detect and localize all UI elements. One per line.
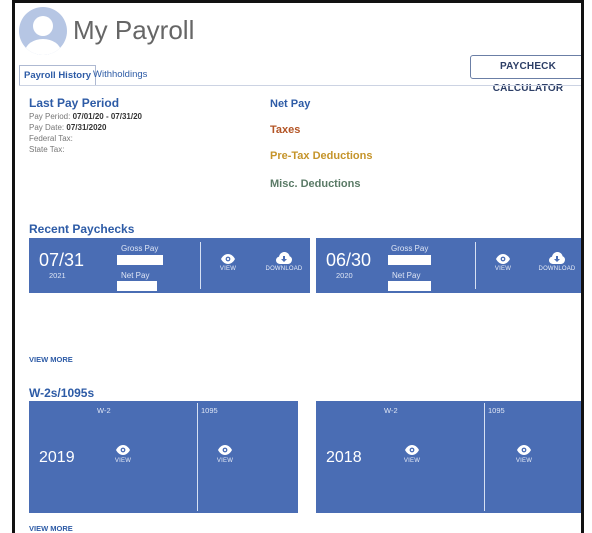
tax-form-card: W-2 1095 2019 VIEW VIEW [29, 401, 298, 513]
net-pay-label: Net Pay [392, 271, 421, 280]
view-w2-button[interactable]: VIEW [400, 445, 424, 464]
eye-icon [517, 445, 531, 455]
eye-icon [116, 445, 130, 455]
view-label: VIEW [114, 458, 132, 464]
state-tax-label: State Tax: [29, 145, 65, 154]
card-divider [200, 242, 201, 289]
gross-pay-label: Gross Pay [121, 244, 159, 253]
legend-misc-deductions: Misc. Deductions [270, 178, 361, 190]
card-divider [484, 403, 485, 511]
net-pay-value-redacted [117, 281, 157, 291]
gross-pay-value-redacted [117, 255, 163, 265]
view-1095-button[interactable]: VIEW [213, 445, 237, 464]
paycheck-year: 2021 [49, 271, 66, 280]
gross-pay-label: Gross Pay [391, 244, 429, 253]
view-1095-button[interactable]: VIEW [512, 445, 536, 464]
view-label: VIEW [403, 458, 421, 464]
legend-net-pay: Net Pay [270, 98, 311, 110]
cloud-download-icon [276, 252, 292, 264]
eye-icon [405, 445, 419, 455]
tax-year: 2019 [39, 449, 75, 466]
pay-date-label: Pay Date: [29, 123, 65, 132]
view-paycheck-button[interactable]: VIEW [490, 254, 516, 272]
view-label: VIEW [216, 458, 234, 464]
eye-icon [218, 445, 232, 455]
pay-date-line: Pay Date: 07/31/2020 [29, 123, 106, 132]
tab-withholdings[interactable]: Withholdings [89, 65, 151, 85]
legend-taxes: Taxes [270, 124, 301, 136]
tax-year: 2018 [326, 449, 362, 466]
paycheck-date: 06/30 [326, 250, 372, 270]
view-more-tax-forms-link[interactable]: VIEW MORE [29, 524, 73, 533]
recent-paychecks-heading: Recent Paychecks [29, 222, 135, 236]
w2-label: W-2 [97, 406, 111, 415]
tax-forms-heading: W-2s/1095s [29, 386, 95, 400]
pay-date-value: 07/31/2020 [66, 123, 107, 132]
eye-icon [221, 254, 235, 264]
user-avatar-icon [19, 7, 67, 55]
download-label: DOWNLOAD [538, 266, 576, 272]
paycheck-date: 07/31 [39, 250, 85, 270]
paycheck-calculator-button[interactable]: PAYCHECK CALCULATOR [470, 55, 581, 94]
download-paycheck-button[interactable]: DOWNLOAD [261, 252, 307, 272]
cloud-download-icon [549, 252, 565, 264]
tab-payroll-history[interactable]: Payroll History [19, 65, 97, 85]
paycheck-card: 06/30 2020 Gross Pay Net Pay VIEW DOWNLO… [316, 238, 581, 293]
gross-pay-value-redacted [388, 255, 431, 265]
net-pay-label: Net Pay [121, 271, 150, 280]
page-title: My Payroll [73, 15, 195, 45]
w2-label: W-2 [384, 406, 398, 415]
pay-period-value: 07/01/20 - 07/31/20 [72, 112, 142, 121]
form-1095-label: 1095 [488, 406, 505, 415]
pay-period-label: Pay Period: [29, 112, 71, 121]
eye-icon [496, 254, 510, 264]
paycheck-card: 07/31 2021 Gross Pay Net Pay VIEW DOWNLO… [29, 238, 310, 293]
form-1095-label: 1095 [201, 406, 218, 415]
paycheck-year: 2020 [336, 271, 353, 280]
view-label: VIEW [515, 458, 533, 464]
view-label: VIEW [219, 266, 237, 272]
card-divider [475, 242, 476, 289]
pay-period-line: Pay Period: 07/01/20 - 07/31/20 [29, 112, 142, 121]
net-pay-value-redacted [388, 281, 431, 291]
legend-pre-tax-deductions: Pre-Tax Deductions [270, 150, 373, 162]
download-paycheck-button[interactable]: DOWNLOAD [534, 252, 580, 272]
download-label: DOWNLOAD [265, 266, 303, 272]
card-divider [197, 403, 198, 511]
federal-tax-label: Federal Tax: [29, 134, 73, 143]
tab-divider [19, 85, 581, 86]
view-w2-button[interactable]: VIEW [111, 445, 135, 464]
payroll-window: My Payroll PAYCHECK CALCULATOR Payroll H… [12, 0, 584, 533]
view-label: VIEW [494, 266, 512, 272]
view-paycheck-button[interactable]: VIEW [215, 254, 241, 272]
tax-form-card: W-2 1095 2018 VIEW VIEW [316, 401, 581, 513]
view-more-paychecks-link[interactable]: VIEW MORE [29, 355, 73, 364]
last-pay-period-heading: Last Pay Period [29, 96, 120, 110]
